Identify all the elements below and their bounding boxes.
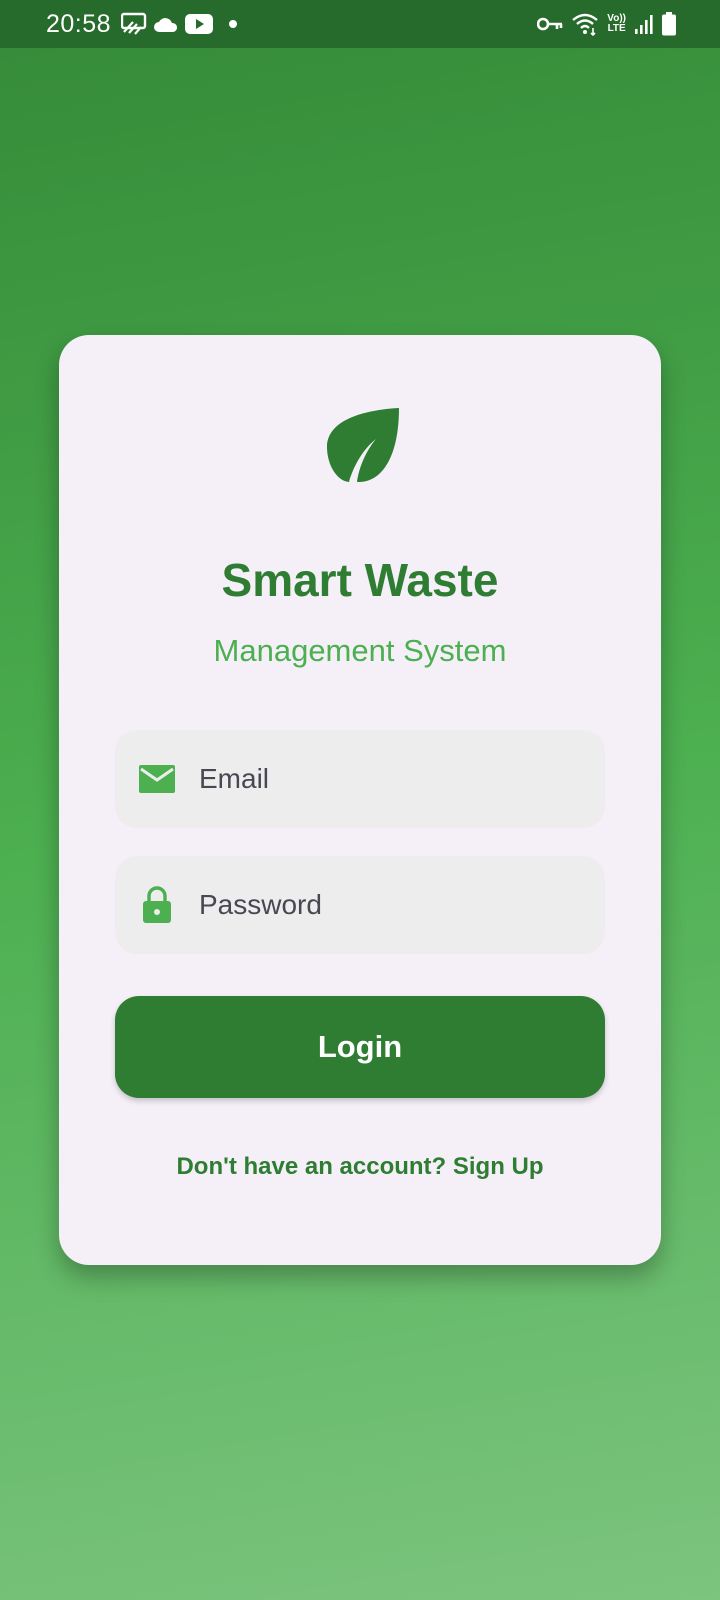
password-field[interactable] — [115, 856, 605, 954]
wifi-icon — [571, 12, 599, 36]
notification-dot — [229, 20, 238, 28]
volte-icon: Vo)) LTE — [607, 14, 626, 34]
cloud-icon — [153, 15, 179, 33]
signup-link[interactable]: Don't have an account? Sign Up — [59, 1153, 661, 1181]
cast-icon — [121, 12, 147, 36]
login-card: Smart Waste Management System Login Don'… — [59, 335, 661, 1265]
app-subtitle: Management System — [213, 633, 507, 668]
login-button[interactable]: Login — [115, 996, 605, 1098]
leaf-icon — [321, 405, 401, 485]
signal-icon — [634, 13, 654, 35]
app-title: Smart Waste — [221, 554, 499, 606]
status-time: 20:58 — [46, 9, 112, 38]
vpn-key-icon — [537, 16, 563, 32]
email-field[interactable] — [115, 730, 605, 828]
mail-icon — [137, 764, 177, 794]
lock-icon — [137, 886, 177, 924]
email-input[interactable] — [199, 763, 579, 795]
battery-icon — [662, 12, 676, 36]
status-right: Vo)) LTE — [529, 12, 676, 36]
volte-bottom-label: LTE — [607, 23, 626, 34]
status-left: 20:58 — [46, 9, 238, 39]
status-bar: 20:58 Vo)) LTE — [0, 0, 720, 48]
youtube-icon — [185, 14, 214, 34]
password-input[interactable] — [199, 889, 579, 921]
